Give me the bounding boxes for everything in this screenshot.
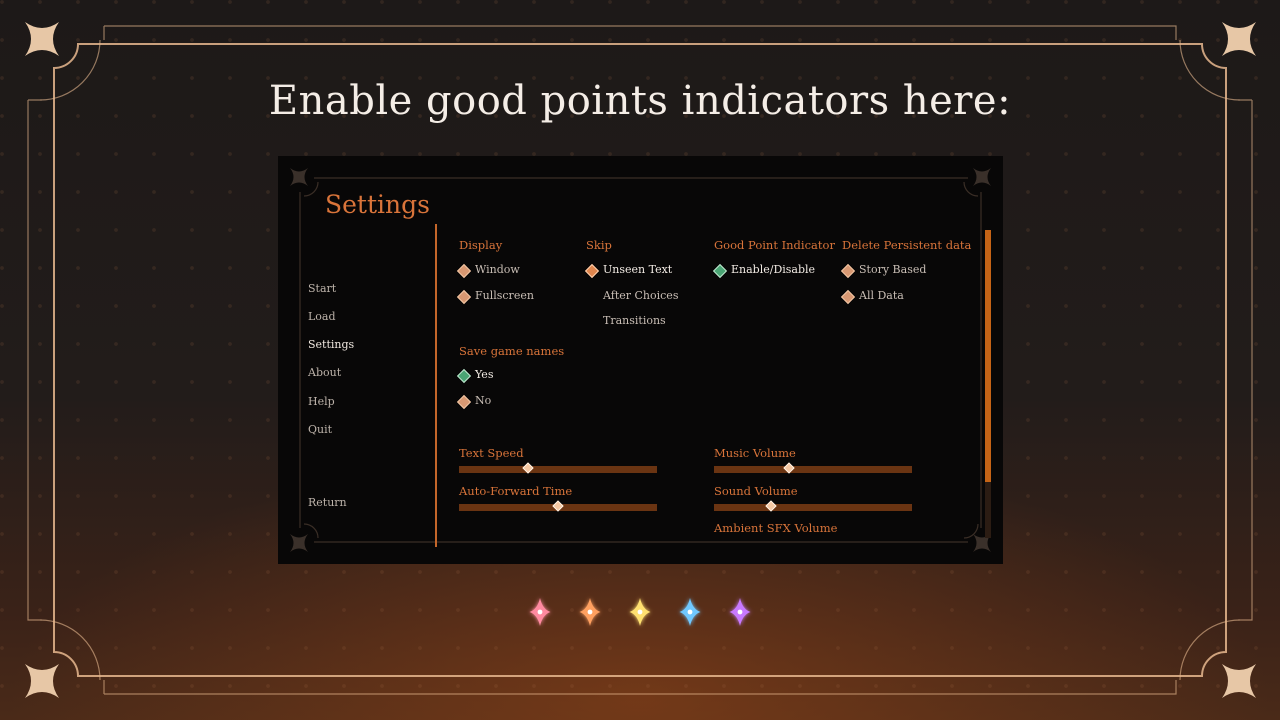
text-speed-label: Text Speed [459, 446, 524, 460]
option-label: Window [475, 263, 520, 276]
headline: Enable good points indicators here: [268, 78, 1012, 124]
option-after-choices[interactable]: After Choices [603, 289, 678, 303]
sparkle-row [529, 598, 751, 626]
sound-volume-slider[interactable] [714, 500, 912, 512]
option-enable-disable[interactable]: Enable/Disable [712, 263, 816, 279]
nav-about[interactable]: About [308, 366, 341, 379]
sparkle-core [737, 609, 743, 615]
option-label: Transitions [603, 314, 666, 327]
sparkle-core [587, 609, 593, 615]
good-point-indicator-heading: Good Point Indicator [714, 238, 835, 252]
delete-persistent-heading: Delete Persistent data [842, 238, 972, 252]
option-label: Enable/Disable [731, 263, 816, 276]
corner-star-icon [25, 664, 59, 698]
option-window[interactable]: Window [456, 263, 520, 279]
scrollbar[interactable] [985, 230, 991, 538]
sound-volume-label: Sound Volume [714, 484, 798, 498]
sparkle-core [637, 609, 643, 615]
auto-forward-time-slider[interactable] [459, 500, 657, 512]
auto-forward-time-label: Auto-Forward Time [459, 484, 573, 498]
skip-heading: Skip [586, 238, 612, 252]
settings-title: Settings [325, 190, 430, 219]
nav-load[interactable]: Load [308, 310, 336, 323]
menu-divider [435, 224, 437, 547]
option-no[interactable]: No [456, 394, 492, 410]
nav-start[interactable]: Start [308, 282, 336, 295]
nav-help[interactable]: Help [308, 395, 335, 408]
nav-settings[interactable]: Settings [308, 338, 354, 351]
nav-quit[interactable]: Quit [308, 423, 332, 436]
corner-star-icon [25, 22, 59, 56]
option-label: No [475, 394, 492, 407]
scrollbar-thumb[interactable] [985, 230, 991, 482]
option-transitions[interactable]: Transitions [603, 314, 666, 328]
music-volume-label: Music Volume [714, 446, 796, 460]
option-label: After Choices [603, 289, 679, 302]
save-game-names-heading: Save game names [459, 344, 565, 358]
ambient-sfx-volume-label: Ambient SFX Volume [714, 521, 838, 535]
option-label: Story Based [859, 263, 927, 276]
option-label: Yes [475, 368, 494, 381]
option-all-data[interactable]: All Data [840, 289, 904, 305]
corner-star-icon [1222, 664, 1256, 698]
option-story-based[interactable]: Story Based [840, 263, 927, 279]
nav-return[interactable]: Return [308, 496, 347, 509]
sparkle-core [537, 609, 543, 615]
sparkle-core [687, 609, 693, 615]
text-speed-slider[interactable] [459, 462, 657, 474]
option-yes[interactable]: Yes [456, 368, 494, 384]
option-label: Fullscreen [475, 289, 534, 302]
display-heading: Display [459, 238, 503, 252]
option-unseen-text[interactable]: Unseen Text [584, 263, 673, 279]
settings-screenshot: Settings Start Load Settings About Help … [278, 156, 1003, 564]
option-label: All Data [859, 289, 904, 302]
option-fullscreen[interactable]: Fullscreen [456, 289, 534, 305]
corner-star-icon [1222, 22, 1256, 56]
option-label: Unseen Text [603, 263, 673, 276]
music-volume-slider[interactable] [714, 462, 912, 474]
